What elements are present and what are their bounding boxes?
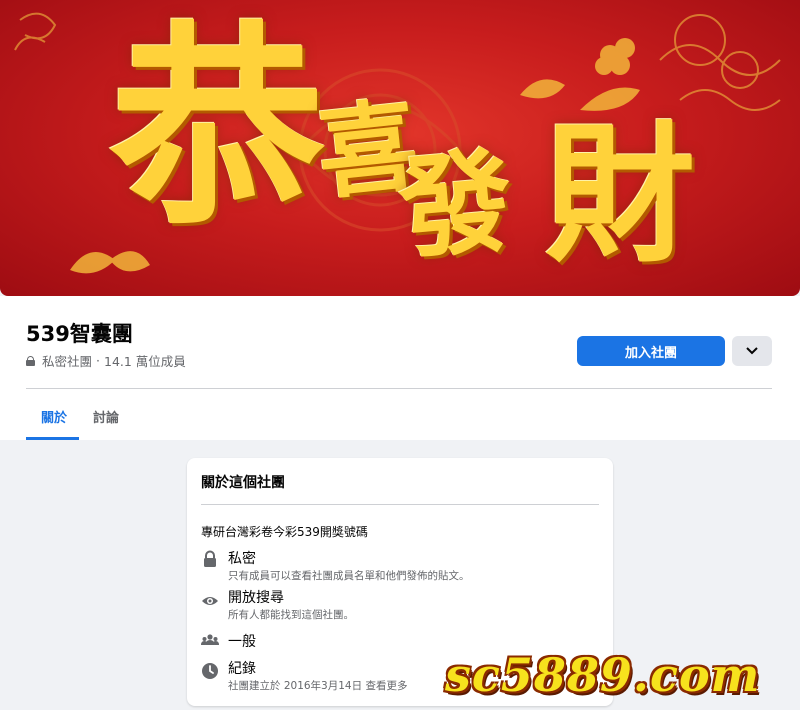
privacy-subtitle: 只有成員可以查看社團成員名單和他們發佈的貼文。 (228, 570, 470, 582)
more-options-button[interactable] (732, 336, 772, 366)
group-name[interactable]: 539智囊團 (26, 318, 133, 348)
lock-icon (26, 355, 35, 366)
join-group-button[interactable]: 加入社團 (577, 336, 725, 366)
cover-char-3: 發 (394, 135, 518, 276)
active-tab-indicator (26, 437, 79, 440)
eye-icon (202, 597, 218, 605)
history-title: 紀錄 (228, 661, 256, 677)
chevron-down-icon (746, 347, 758, 355)
history-subtitle[interactable]: 社團建立於 2016年3月14日 查看更多 (228, 678, 407, 693)
lock-icon (204, 550, 216, 567)
watermark-logo: sc5889.com (445, 648, 761, 702)
privacy-label: 私密社團 (42, 354, 93, 369)
meta-separator: · (96, 353, 100, 368)
privacy-title: 私密 (228, 551, 256, 567)
about-title: 關於這個社團 (201, 475, 285, 491)
group-meta: 私密社團 · 14.1 萬位成員 (26, 351, 186, 370)
cover-photo: 恭 喜 發 財 (0, 0, 800, 296)
cover-char-1: 恭 (110, 1, 325, 254)
people-icon (201, 634, 219, 645)
tab-discussion[interactable]: 討論 (93, 407, 119, 426)
visibility-title: 開放搜尋 (228, 590, 284, 606)
card-divider (201, 504, 599, 505)
member-count[interactable]: 14.1 萬位成員 (104, 351, 186, 370)
tab-about[interactable]: 關於 (41, 407, 67, 426)
group-description: 專研台灣彩卷今彩539開獎號碼 (201, 525, 368, 539)
type-title: 一般 (228, 634, 256, 650)
header-divider (26, 388, 772, 389)
visibility-subtitle: 所有人都能找到這個社團。 (228, 609, 354, 621)
cover-char-4: 財 (545, 107, 696, 283)
clock-icon (202, 663, 218, 679)
